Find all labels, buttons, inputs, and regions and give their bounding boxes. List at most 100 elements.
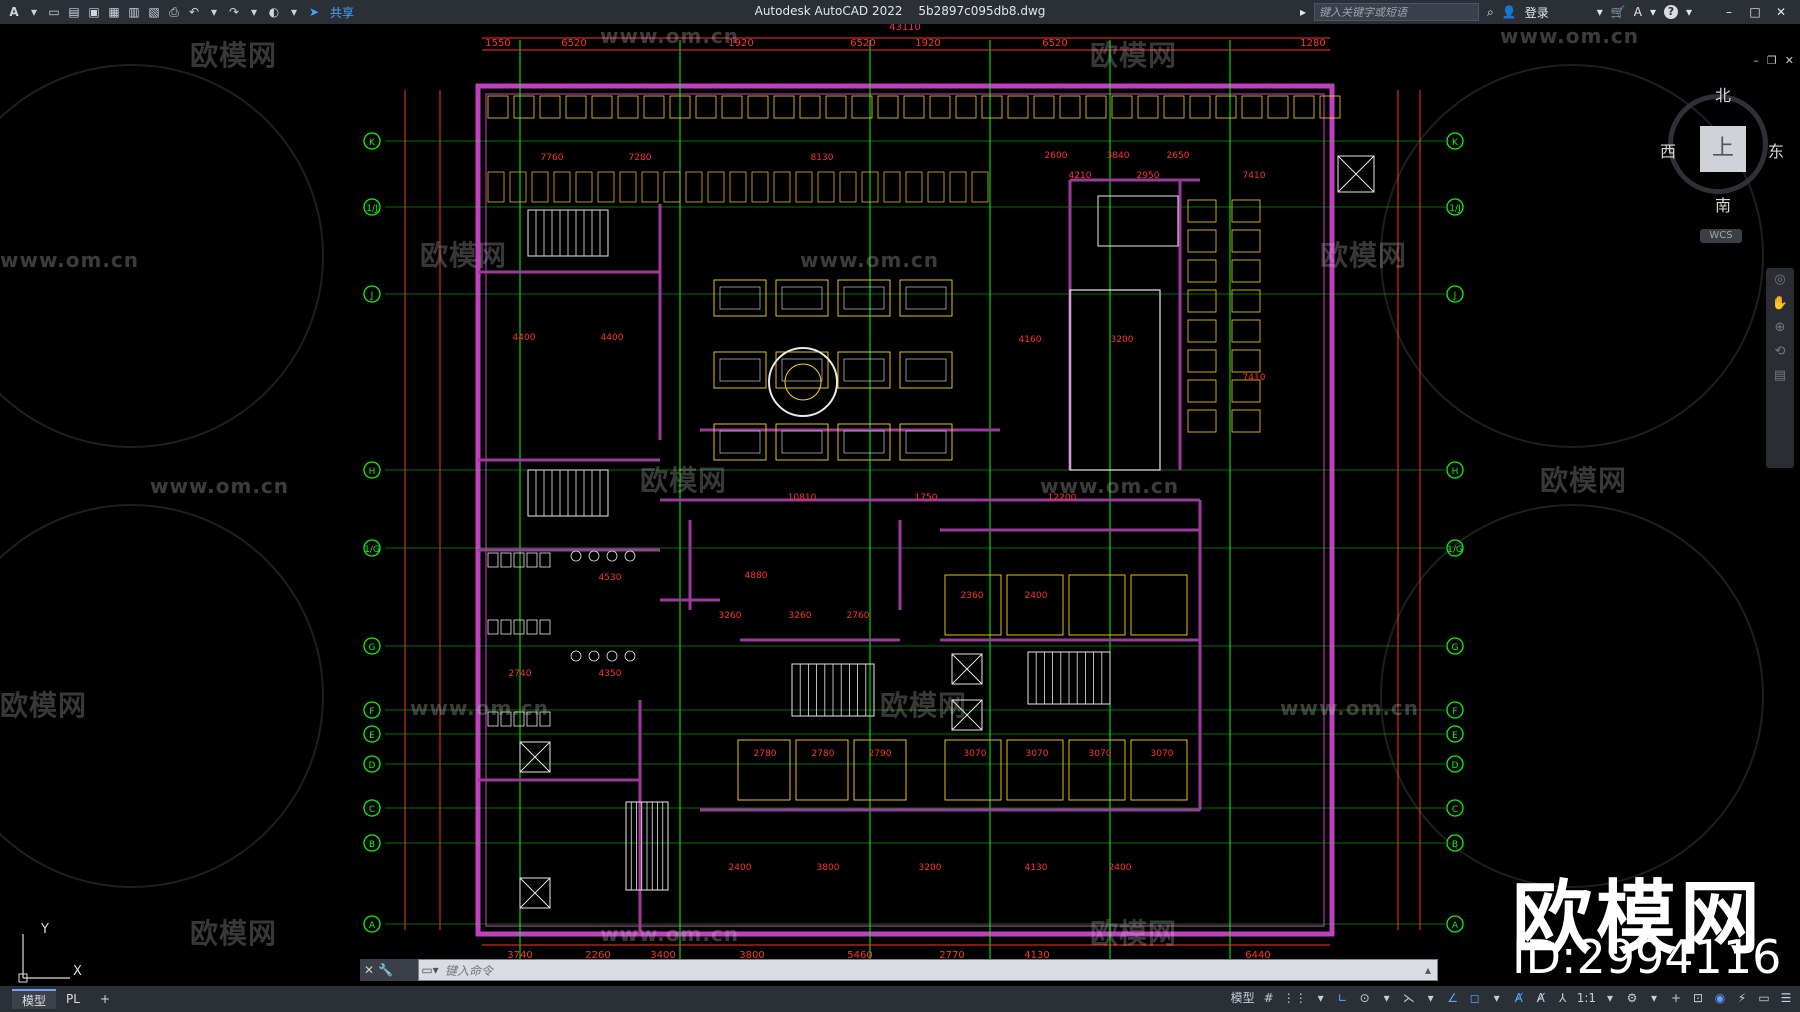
clean-screen-icon[interactable]: ▭: [1756, 991, 1772, 1005]
redo-dropdown-icon[interactable]: ▾: [246, 4, 262, 20]
ortho-icon[interactable]: ∟: [1335, 991, 1351, 1005]
annotation-monitor-icon[interactable]: +: [1668, 991, 1684, 1005]
maximize-button[interactable]: □: [1746, 5, 1764, 19]
dropdown-icon[interactable]: ▾: [1379, 991, 1395, 1005]
seat-block: [1267, 95, 1289, 119]
pan-icon[interactable]: ✋: [1766, 292, 1794, 316]
doc-restore-button[interactable]: ❐: [1767, 54, 1777, 67]
object-snap-tracking-icon[interactable]: ∠: [1445, 991, 1461, 1005]
annotation-visibility-icon[interactable]: Ⱥ: [1511, 991, 1527, 1005]
scale-value[interactable]: 1:1: [1577, 991, 1596, 1005]
help-dropdown-icon[interactable]: ▾: [1686, 5, 1692, 19]
app-dropdown-icon[interactable]: ▾: [1650, 5, 1656, 19]
isodraft-icon[interactable]: ⋋: [1401, 991, 1417, 1005]
annotation-scale-icon[interactable]: ⅄: [1555, 991, 1571, 1005]
dropdown-icon[interactable]: ▾: [1423, 991, 1439, 1005]
workspace-gear-icon[interactable]: ⚙: [1624, 991, 1640, 1005]
tab-layout-pl[interactable]: PL: [56, 989, 90, 1009]
room-dimension: 3070: [1026, 749, 1049, 759]
grid-label-left: C: [369, 805, 375, 815]
compass-south[interactable]: 南: [1715, 192, 1731, 216]
showmotion-icon[interactable]: ▤: [1766, 364, 1794, 388]
compass-east[interactable]: 东: [1768, 138, 1784, 162]
login-button[interactable]: 登录: [1525, 4, 1549, 21]
grid-label-right: B: [1452, 840, 1458, 850]
grid-label-right: 1/G: [1447, 545, 1463, 555]
doc-minimize-button[interactable]: –: [1753, 54, 1759, 67]
publish-icon[interactable]: ▧: [146, 4, 162, 20]
orbit-icon[interactable]: ⟲: [1766, 340, 1794, 364]
share-button[interactable]: 共享: [330, 4, 354, 21]
undo-icon[interactable]: ↶: [186, 4, 202, 20]
command-customize-icon[interactable]: 🔧: [378, 963, 393, 977]
share-icon[interactable]: ➤: [306, 4, 322, 20]
save-icon[interactable]: ▣: [86, 4, 102, 20]
units-icon[interactable]: ⊡: [1690, 991, 1706, 1005]
grid-label-left: 1/J: [366, 204, 377, 214]
toilet-stall: [513, 552, 525, 568]
minimize-button[interactable]: –: [1720, 5, 1738, 19]
tab-model[interactable]: 模型: [12, 989, 57, 1009]
object-snap-icon[interactable]: ◻: [1467, 991, 1483, 1005]
seat-block: [955, 95, 977, 119]
seat-block: [695, 95, 717, 119]
search-icon[interactable]: ⌕: [1487, 5, 1494, 20]
toilet-stall: [513, 711, 525, 727]
viewcube-top-face[interactable]: 上: [1700, 126, 1746, 172]
redo-icon[interactable]: ↷: [226, 4, 242, 20]
room-dimension: 4350: [599, 669, 622, 679]
dropdown-icon[interactable]: ▾: [1313, 991, 1329, 1005]
zoom-extents-icon[interactable]: ⊕: [1766, 316, 1794, 340]
table-top: [781, 286, 823, 310]
dropdown-icon[interactable]: ▾: [1602, 991, 1618, 1005]
compass-west[interactable]: 西: [1660, 138, 1676, 162]
save-as-icon[interactable]: ▦: [106, 4, 122, 20]
autocad-logo-icon[interactable]: A: [6, 4, 22, 20]
close-button[interactable]: ✕: [1772, 5, 1790, 19]
model-space-button[interactable]: 模型: [1231, 989, 1255, 1006]
undo-dropdown-icon[interactable]: ▾: [206, 4, 222, 20]
steering-wheel-icon[interactable]: ◎: [1766, 268, 1794, 292]
auto-scale-icon[interactable]: Ⱥ: [1533, 991, 1549, 1005]
command-history-icon[interactable]: ▴: [1425, 963, 1431, 977]
command-close-icon[interactable]: ✕: [364, 963, 374, 977]
workspace-icon[interactable]: ◐: [266, 4, 282, 20]
room-dimension: 3070: [1089, 749, 1112, 759]
plot-icon[interactable]: ⎙: [166, 4, 182, 20]
doc-close-button[interactable]: ✕: [1785, 54, 1794, 67]
new-file-icon[interactable]: ▭: [46, 4, 62, 20]
toilet-stall: [487, 619, 499, 635]
help-icon[interactable]: ?: [1663, 5, 1678, 19]
workspace-dropdown-icon[interactable]: ▾: [286, 4, 302, 20]
dropdown-icon[interactable]: ▾: [26, 4, 42, 20]
viewcube[interactable]: 上 北 南 西 东 WCS: [1660, 82, 1785, 243]
toilet-stall: [500, 711, 512, 727]
isolate-objects-icon[interactable]: ◉: [1712, 991, 1728, 1005]
drawing-canvas[interactable]: K K 1/J 1/J J J H H 1/G 1/G G G F F E E D D C C B B A A 1550 6520…: [0, 24, 1800, 986]
polar-icon[interactable]: ⊙: [1357, 991, 1373, 1005]
document-window-controls: – ❐ ✕: [1753, 54, 1794, 67]
snap-icon[interactable]: ⋮⋮: [1283, 991, 1307, 1005]
sheet-set-icon[interactable]: ▥: [126, 4, 142, 20]
dining-table: [899, 279, 953, 317]
autodesk-app-icon[interactable]: A: [1634, 5, 1642, 19]
dropdown-icon[interactable]: ▾: [1646, 991, 1662, 1005]
wcs-menu[interactable]: WCS: [1700, 229, 1742, 243]
chevron-right-icon[interactable]: ▸: [1300, 5, 1306, 19]
dropdown-icon[interactable]: ▾: [1489, 991, 1505, 1005]
grid-icon[interactable]: #: [1261, 991, 1277, 1005]
seat-block: [1137, 95, 1159, 119]
login-dropdown-icon[interactable]: ▾: [1597, 5, 1603, 19]
compass-north[interactable]: 北: [1715, 82, 1731, 106]
open-folder-icon[interactable]: ▤: [66, 4, 82, 20]
user-icon[interactable]: 👤: [1502, 5, 1517, 19]
hardware-accel-icon[interactable]: ⚡: [1734, 991, 1750, 1005]
command-input[interactable]: 键入命令: [445, 962, 493, 979]
cart-icon[interactable]: 🛒: [1611, 5, 1626, 19]
add-layout-button[interactable]: +: [90, 989, 120, 1009]
command-line[interactable]: ▭▾ 键入命令 ▴: [418, 959, 1438, 981]
customization-menu-icon[interactable]: ☰: [1778, 991, 1794, 1005]
command-prompt-icon[interactable]: ▭▾: [419, 963, 441, 977]
private-room: [1130, 574, 1188, 636]
search-input[interactable]: 键入关键字或短语: [1314, 3, 1480, 21]
